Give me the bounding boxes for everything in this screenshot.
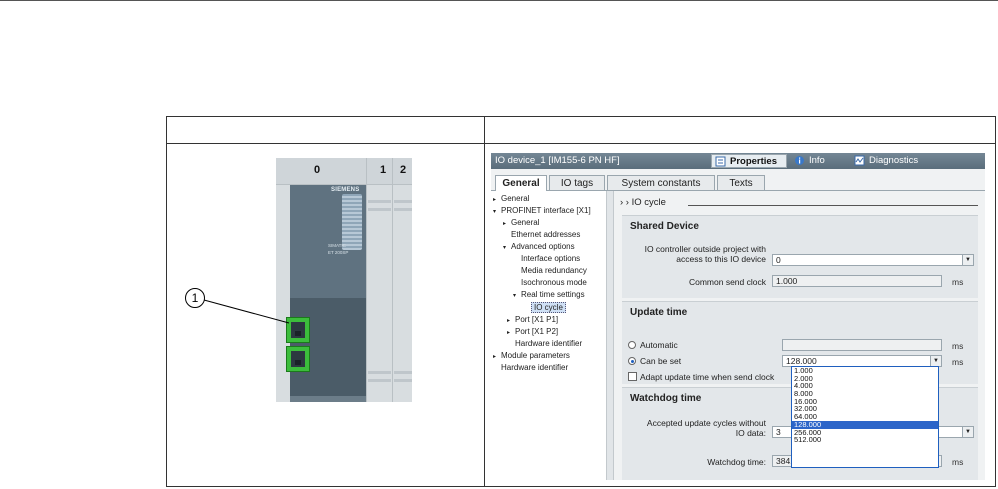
tree-item[interactable]: Ethernet addresses	[511, 230, 580, 239]
tab-diagnostics-label: Diagnostics	[869, 155, 919, 166]
collapse-arrow-icon: ▾	[513, 293, 517, 299]
section-heading: Shared Device	[630, 221, 699, 232]
accepted-cycles-label: Accepted update cycles without	[646, 418, 766, 428]
section-heading: Watchdog time	[630, 393, 702, 404]
collapse-arrow-icon: ▾	[503, 245, 507, 251]
tab-texts[interactable]: Texts	[717, 175, 765, 190]
watchdog-label: Watchdog time:	[707, 457, 766, 467]
tab-properties-label: Properties	[730, 156, 777, 167]
properties-icon	[715, 156, 726, 167]
callout-number: 1	[185, 288, 205, 308]
tab-io-tags[interactable]: IO tags	[549, 175, 605, 190]
expand-arrow-icon: ▸	[493, 197, 497, 203]
chevron-down-icon[interactable]: ▼	[930, 356, 941, 366]
adapt-label: Adapt update time when send clock	[640, 372, 775, 382]
tree-item[interactable]: Hardware identifier	[515, 339, 582, 348]
tree-item[interactable]: ▾ Advanced options	[503, 242, 575, 251]
tab-info-label: Info	[809, 155, 825, 166]
tree-item[interactable]: ▾ PROFINET interface [X1]	[493, 206, 591, 215]
info-icon	[795, 156, 804, 165]
tree-item[interactable]: ▸ General	[493, 194, 529, 203]
tab-diagnostics[interactable]: Diagnostics	[851, 154, 933, 168]
controller-label: IO controller outside project with acces…	[644, 244, 766, 264]
tab-system-constants[interactable]: System constants	[607, 175, 715, 190]
shared-device-section: Shared Device IO controller outside proj…	[622, 215, 978, 298]
tab-general[interactable]: General	[495, 175, 547, 191]
collapse-arrow-icon: ▾	[493, 209, 497, 215]
can-be-set-radio[interactable]	[628, 357, 636, 365]
can-be-set-label: Can be set	[640, 356, 682, 366]
update-time-dropdown-list[interactable]: 1.000 2.000 4.000 8.000 16.000 32.000 64…	[791, 366, 939, 468]
automatic-radio[interactable]	[628, 341, 636, 349]
expand-arrow-icon: ▸	[503, 221, 507, 227]
property-tabs: General IO tags System constants Texts	[491, 175, 985, 191]
unit-label: ms	[952, 357, 964, 367]
tree-item[interactable]: Isochronous mode	[521, 278, 587, 287]
accepted-cycles-label-2: IO data:	[735, 428, 766, 438]
tree-item[interactable]: Media redundancy	[521, 266, 587, 275]
unit-label: ms	[952, 277, 964, 287]
automatic-field	[782, 339, 942, 351]
tree-item[interactable]: ▸ General	[503, 218, 539, 227]
adapt-checkbox[interactable]	[628, 372, 637, 381]
diagnostics-icon	[854, 155, 865, 166]
chevron-down-icon[interactable]: ▼	[962, 427, 973, 437]
window-titlebar: IO device_1 [IM155-6 PN HF] Properties I…	[491, 153, 985, 169]
tree-item[interactable]: ▸ Port [X1 P2]	[507, 327, 558, 336]
section-heading: Update time	[630, 307, 688, 318]
expand-arrow-icon: ▸	[507, 318, 511, 324]
chevron-down-icon[interactable]: ▼	[962, 255, 973, 265]
pane-splitter[interactable]	[607, 191, 614, 480]
expand-arrow-icon: ▸	[507, 330, 511, 336]
tab-info[interactable]: Info	[791, 154, 849, 168]
tree-item[interactable]: ▾ Real time settings	[513, 290, 585, 299]
tab-properties[interactable]: Properties	[711, 154, 787, 168]
dropdown-option[interactable]: 2.000	[792, 374, 938, 383]
tree-item[interactable]: ▸ Module parameters	[493, 351, 570, 360]
breadcrumb-rule	[688, 205, 978, 206]
unit-label: ms	[952, 341, 964, 351]
automatic-label: Automatic	[640, 340, 678, 350]
dropdown-option[interactable]: 1.000	[792, 367, 938, 375]
breadcrumb: › › IO cycle	[620, 197, 666, 208]
tree-item-selected[interactable]: IO cycle	[531, 302, 566, 313]
tree-item[interactable]: ▸ Port [X1 P1]	[507, 315, 558, 324]
tree-item[interactable]: Interface options	[521, 254, 580, 263]
send-clock-field: 1.000	[772, 275, 942, 287]
window-title: IO device_1 [IM155-6 PN HF]	[495, 155, 620, 166]
send-clock-label: Common send clock	[688, 277, 766, 287]
unit-label: ms	[952, 457, 964, 467]
controller-select[interactable]: 0 ▼	[772, 254, 974, 266]
dropdown-option[interactable]: 512.000	[792, 436, 938, 444]
dropdown-option[interactable]: 4.000	[792, 382, 938, 390]
expand-arrow-icon: ▸	[493, 354, 497, 360]
navigation-tree: ▸ General ▾ PROFINET interface [X1] ▸ Gener…	[491, 191, 607, 480]
tree-item[interactable]: Hardware identifier	[501, 363, 568, 372]
